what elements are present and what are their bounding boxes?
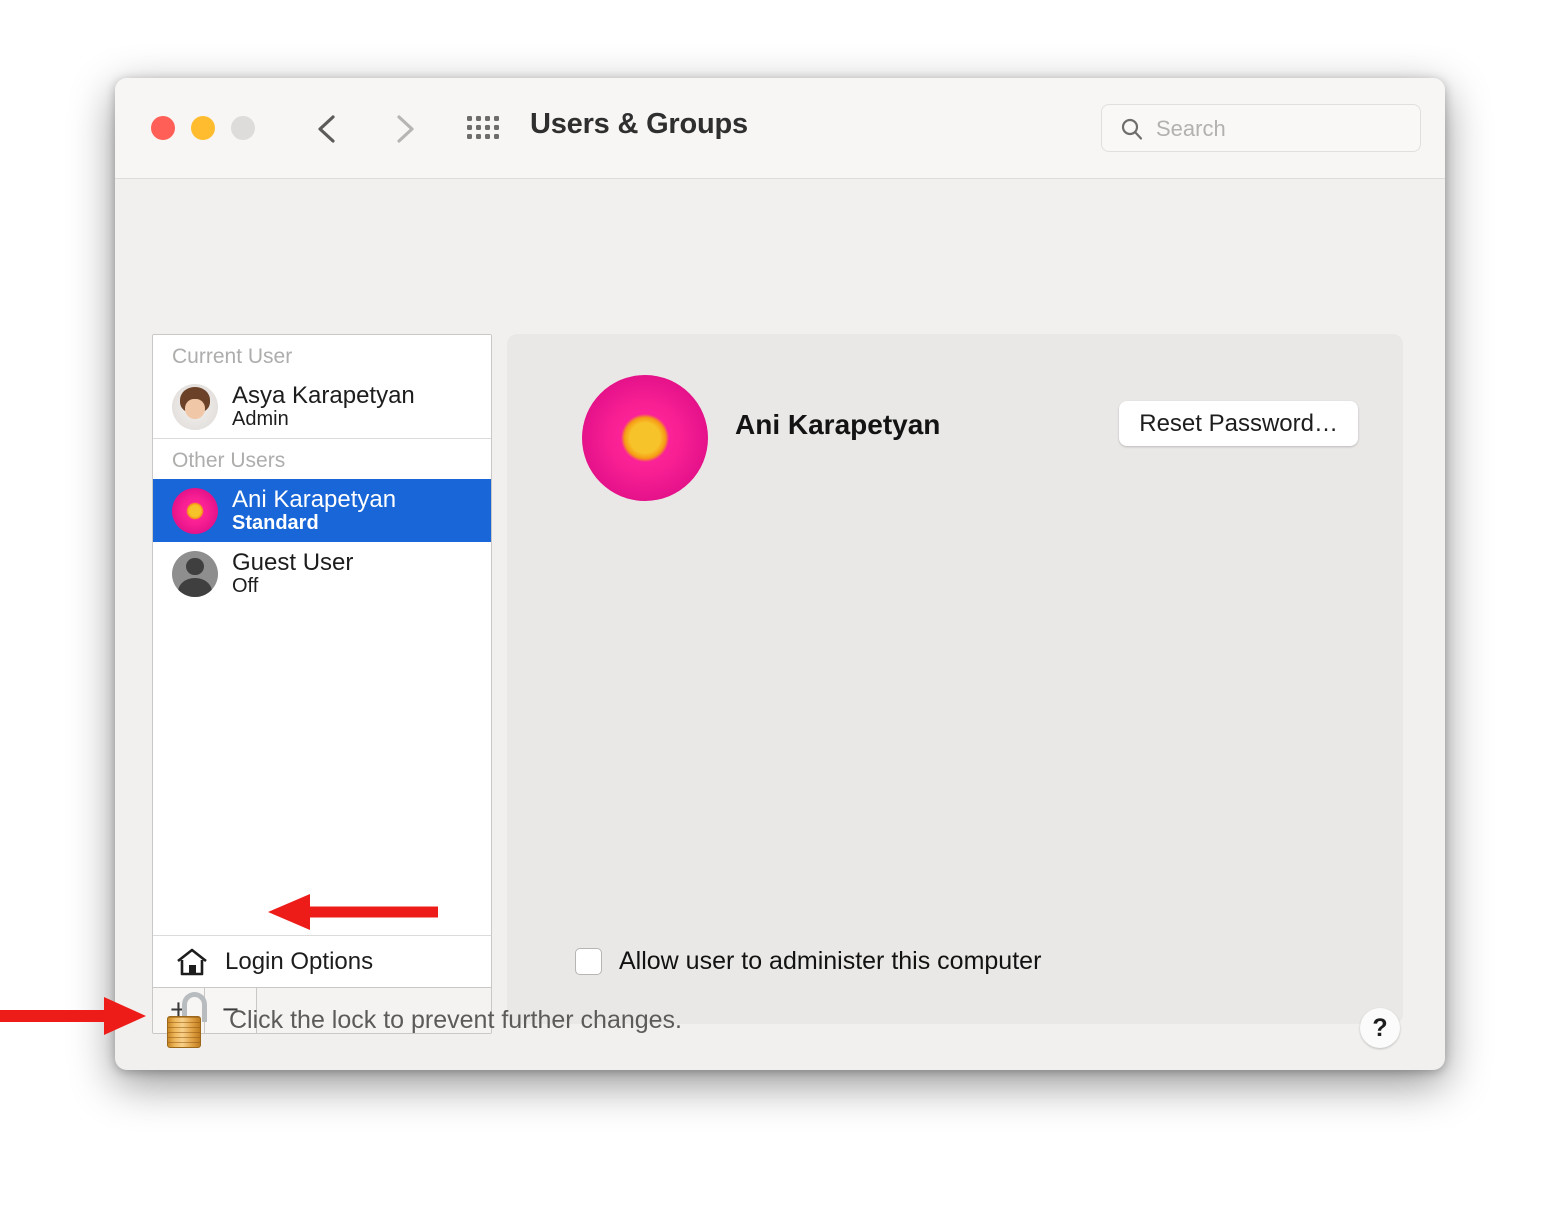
list-item-guest-user[interactable]: Guest User Off xyxy=(153,542,491,605)
search-icon xyxy=(1121,118,1143,140)
detail-user-name: Ani Karapetyan xyxy=(735,409,941,440)
minimize-window-button[interactable] xyxy=(191,116,215,140)
preference-pane-body: Current User Asya Karapetyan Admin Other… xyxy=(115,179,1445,1070)
search-input[interactable] xyxy=(1154,105,1408,153)
users-sidebar: Current User Asya Karapetyan Admin Other… xyxy=(152,334,492,1034)
allow-admin-checkbox[interactable] xyxy=(575,948,602,975)
user-role: Admin xyxy=(232,407,289,430)
show-all-preferences-grid-icon[interactable] xyxy=(467,116,501,144)
login-options-label: Login Options xyxy=(225,947,374,975)
close-window-button[interactable] xyxy=(151,116,175,140)
admin-checkbox-row[interactable]: Allow user to administer this computer xyxy=(575,947,1041,976)
avatar xyxy=(172,550,218,597)
list-item-current-user[interactable]: Asya Karapetyan Admin xyxy=(153,375,491,438)
system-preferences-window: Users & Groups Current User Asya Karapet… xyxy=(115,78,1445,1070)
help-button[interactable]: ? xyxy=(1360,1008,1400,1048)
unlocked-padlock-icon[interactable] xyxy=(165,992,211,1048)
page-title: Users & Groups xyxy=(530,108,748,140)
user-role: Standard xyxy=(232,511,319,534)
chevron-left-icon xyxy=(318,115,335,143)
user-detail-panel: Ani Karapetyan Reset Password… Allow use… xyxy=(507,334,1403,1024)
list-item-ani-karapetyan[interactable]: Ani Karapetyan Standard xyxy=(153,479,491,542)
user-role: Off xyxy=(232,574,259,597)
chevron-right-icon xyxy=(397,115,414,143)
reset-password-button[interactable]: Reset Password… xyxy=(1119,401,1358,446)
avatar xyxy=(172,487,218,534)
user-name: Guest User xyxy=(232,548,354,576)
window-toolbar: Users & Groups xyxy=(115,78,1445,179)
search-field[interactable] xyxy=(1101,104,1421,153)
allow-admin-label: Allow user to administer this computer xyxy=(619,947,1042,975)
user-list: Current User Asya Karapetyan Admin Other… xyxy=(153,335,491,935)
back-button[interactable] xyxy=(311,110,345,148)
avatar xyxy=(172,383,218,430)
user-name: Ani Karapetyan xyxy=(232,485,397,513)
group-header-current-user: Current User xyxy=(153,335,491,375)
zoom-window-button[interactable] xyxy=(231,116,255,140)
forward-button[interactable] xyxy=(387,110,421,148)
sidebar-item-login-options[interactable]: Login Options xyxy=(153,935,491,987)
lock-message: Click the lock to prevent further change… xyxy=(229,1005,683,1034)
group-header-other-users: Other Users xyxy=(153,438,491,479)
house-icon xyxy=(177,948,207,975)
user-name: Asya Karapetyan xyxy=(232,381,415,409)
lock-row[interactable]: Click the lock to prevent further change… xyxy=(165,992,682,1048)
user-picture[interactable] xyxy=(582,375,708,501)
